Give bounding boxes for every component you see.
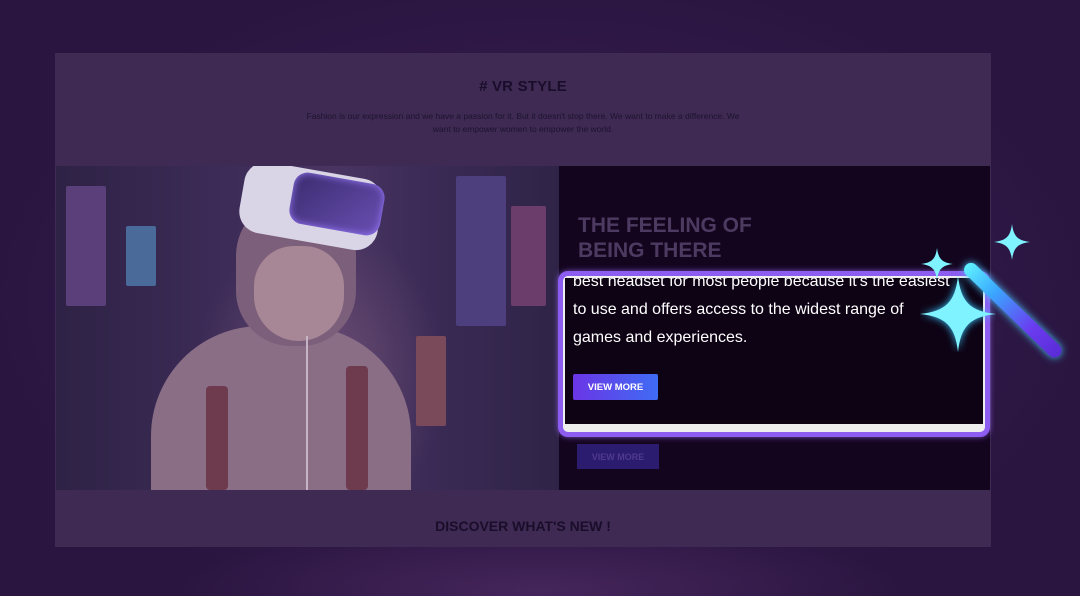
neon-sign xyxy=(126,226,156,286)
person-hoodie xyxy=(151,326,411,490)
hoodie-zipper xyxy=(306,336,308,490)
sparkle-icon xyxy=(920,276,996,352)
neon-sign xyxy=(416,336,446,426)
neon-sign xyxy=(511,206,546,306)
backpack-strap xyxy=(346,366,368,490)
hero-title: THE FEELING OF BEING THERE xyxy=(578,214,752,262)
view-more-button[interactable]: VIEW MORE xyxy=(573,374,658,400)
sparkle-icon xyxy=(921,248,953,280)
vr-girl-image xyxy=(56,166,559,490)
selected-body-text: best headset for most people because it'… xyxy=(573,278,950,346)
page-title: # VR STYLE xyxy=(479,78,567,95)
sparkle-icon xyxy=(994,224,1030,260)
page-intro-text: Fashion is our expression and we have a … xyxy=(306,111,740,134)
person-face xyxy=(254,246,344,341)
section-heading: DISCOVER WHAT'S NEW ! xyxy=(435,518,611,534)
view-more-button-original[interactable]: VIEW MORE xyxy=(577,444,659,469)
neon-sign xyxy=(66,186,106,306)
backpack-strap xyxy=(206,386,228,490)
neon-sign xyxy=(456,176,506,326)
